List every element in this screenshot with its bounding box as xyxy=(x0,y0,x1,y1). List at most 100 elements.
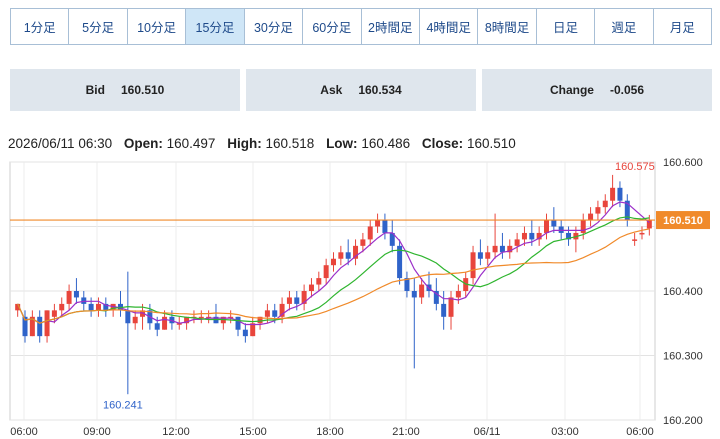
candle-body-65 xyxy=(492,245,498,253)
candlestick-chart[interactable]: 160.600 160.400 160.300 160.200 06:00 09:00 12… xyxy=(0,150,720,439)
x-tick-label-1: 09:00 xyxy=(83,426,111,438)
candle-body-82 xyxy=(617,187,623,201)
x-tick-label-8: 06:00 xyxy=(626,426,654,438)
change-box: Change -0.056 xyxy=(482,69,712,111)
candle-body-19 xyxy=(154,323,160,330)
open-label: Open: xyxy=(123,136,163,151)
candle-body-58 xyxy=(441,303,447,317)
candle-body-11 xyxy=(95,303,101,311)
x-tick-label-0: 06:00 xyxy=(10,426,38,438)
timeframe-tabs: 1分足 5分足 10分足 15分足 30分足 60分足 2時間足 4時間足 8時間足 日足 週足 月足 xyxy=(10,8,712,45)
ask-value: 160.534 xyxy=(358,83,402,97)
candle-body-7 xyxy=(66,291,72,304)
high-label: High: xyxy=(227,136,262,151)
tab-timeframe-6[interactable]: 2時間足 xyxy=(362,9,420,44)
x-tick-label-2: 12:00 xyxy=(162,426,190,438)
high-value: 160.518 xyxy=(265,136,315,151)
candle-body-31 xyxy=(242,329,248,337)
candle-body-50 xyxy=(382,220,388,233)
candle-body-72 xyxy=(544,220,549,233)
bid-label: Bid xyxy=(85,83,105,97)
y-tick-label-3: 160.200 xyxy=(663,415,703,427)
candle-body-38 xyxy=(294,297,300,304)
candle-body-68 xyxy=(514,239,520,246)
candle-body-8 xyxy=(73,291,79,298)
ask-label: Ask xyxy=(320,83,343,97)
candle-body-34 xyxy=(264,310,270,317)
candle-body-70 xyxy=(529,232,535,240)
tab-timeframe-2[interactable]: 10分足 xyxy=(128,9,187,44)
candle-body-9 xyxy=(81,297,87,304)
tab-timeframe-3[interactable]: 15分足 xyxy=(186,9,245,44)
tab-timeframe-1[interactable]: 5分足 xyxy=(69,9,128,44)
candle-body-63 xyxy=(477,252,483,259)
tab-timeframe-0[interactable]: 1分足 xyxy=(11,9,70,44)
candle-body-59 xyxy=(448,297,454,317)
candle-body-30 xyxy=(235,316,241,330)
candle-body-5 xyxy=(51,310,57,317)
low-value: 160.486 xyxy=(361,136,411,151)
x-tick-label-7: 03:00 xyxy=(551,426,579,438)
change-label: Change xyxy=(549,83,594,97)
price-tag-label: 160.510 xyxy=(663,215,703,227)
open-value: 160.497 xyxy=(166,136,216,151)
candle-body-54 xyxy=(411,291,417,298)
candle-body-60 xyxy=(455,291,461,298)
tab-timeframe-10[interactable]: 週足 xyxy=(595,9,654,44)
candle-body-74 xyxy=(558,226,564,233)
candle-body-48 xyxy=(367,226,373,240)
tab-timeframe-7[interactable]: 4時間足 xyxy=(420,9,479,44)
candle-body-85 xyxy=(639,232,645,235)
candle-body-66 xyxy=(499,245,505,253)
candle-body-79 xyxy=(595,207,601,214)
candle-body-77 xyxy=(580,220,586,233)
bid-value: 160.510 xyxy=(120,83,165,97)
candle-body-15 xyxy=(125,310,131,324)
quote-bar: Bid 160.510 Ask 160.534 Change -0.056 xyxy=(10,69,712,111)
candle-body-32 xyxy=(250,323,256,337)
tab-timeframe-5[interactable]: 60分足 xyxy=(303,9,362,44)
candle-body-37 xyxy=(286,297,292,304)
y-tick-label-0: 160.600 xyxy=(663,157,703,169)
candle-body-45 xyxy=(345,252,351,259)
candle-body-44 xyxy=(338,252,344,259)
candle-body-62 xyxy=(470,252,476,279)
ask-box: Ask 160.534 xyxy=(246,69,476,111)
candle-body-41 xyxy=(316,278,322,285)
candle-body-64 xyxy=(485,252,491,259)
candle-body-43 xyxy=(331,258,336,266)
candle-body-80 xyxy=(602,200,608,208)
candle-body-20 xyxy=(162,316,168,330)
candle-body-78 xyxy=(588,213,594,221)
max-price-label: 160.575 xyxy=(615,161,655,173)
tab-timeframe-11[interactable]: 月足 xyxy=(654,9,711,44)
y-tick-label-1: 160.400 xyxy=(663,286,703,298)
candle-body-55 xyxy=(419,284,425,298)
candle-body-49 xyxy=(375,220,381,227)
x-tick-label-4: 18:00 xyxy=(316,426,344,438)
candle-body-3 xyxy=(37,316,43,337)
candle-body-84 xyxy=(632,239,638,241)
candle-body-40 xyxy=(308,284,314,291)
x-tick-label-5: 21:00 xyxy=(392,426,420,438)
candle-body-16 xyxy=(132,316,138,324)
tab-timeframe-9[interactable]: 日足 xyxy=(537,9,596,44)
candle-body-73 xyxy=(551,220,557,227)
candle-body-42 xyxy=(323,265,329,279)
x-tick-label-3: 15:00 xyxy=(239,426,267,438)
candle-body-10 xyxy=(88,303,94,311)
tab-timeframe-8[interactable]: 8時間足 xyxy=(478,9,537,44)
candle-body-6 xyxy=(59,303,65,311)
candle-body-81 xyxy=(610,187,616,201)
x-tick-label-6: 06/11 xyxy=(474,426,501,438)
min-price-label: 160.241 xyxy=(103,400,143,412)
bid-box: Bid 160.510 xyxy=(10,69,240,111)
candle-body-35 xyxy=(272,310,278,317)
change-value: -0.056 xyxy=(609,83,645,97)
y-tick-label-2: 160.300 xyxy=(663,351,703,363)
candle-body-4 xyxy=(44,310,50,337)
close-label: Close: xyxy=(421,136,464,151)
tab-timeframe-4[interactable]: 30分足 xyxy=(245,9,304,44)
candle-body-69 xyxy=(521,232,527,240)
ohlc-datetime: 2026/06/11 06:30 xyxy=(8,136,113,151)
